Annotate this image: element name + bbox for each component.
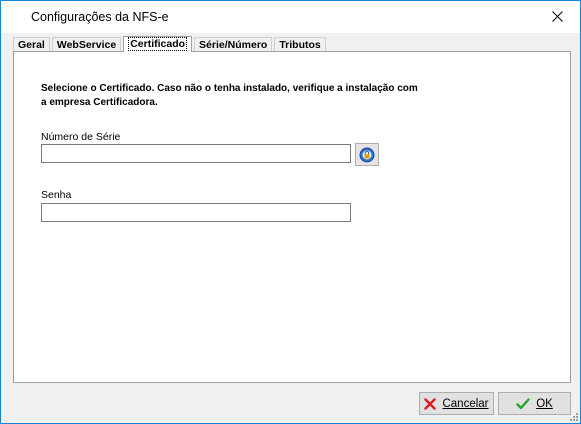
instructions-text: Selecione o Certificado. Caso não o tenh…	[41, 83, 418, 108]
tab-tributos[interactable]: Tributos	[274, 37, 326, 52]
green-check-icon	[516, 397, 530, 409]
title-bar: Configurações da NFS-e	[1, 1, 580, 33]
certificado-panel: Selecione o Certificado. Caso não o tenh…	[13, 51, 571, 383]
close-icon	[551, 11, 563, 22]
tab-certificado[interactable]: Certificado	[123, 36, 193, 52]
cancel-label: Cancelar	[442, 397, 489, 410]
tab-webservice[interactable]: WebService	[51, 37, 122, 52]
password-input[interactable]	[41, 203, 351, 222]
ok-button[interactable]: OK	[498, 392, 571, 415]
tab-geral[interactable]: Geral	[13, 37, 50, 52]
resize-grip[interactable]	[568, 411, 578, 421]
ok-label: OK	[536, 397, 553, 410]
certificate-lookup-button[interactable]	[355, 143, 379, 166]
close-button[interactable]	[534, 1, 580, 32]
red-x-icon	[424, 397, 437, 410]
serial-number-input[interactable]	[41, 144, 351, 163]
cancel-button[interactable]: Cancelar	[419, 392, 494, 415]
serial-number-label: Número de Série	[41, 131, 121, 143]
dialog-window: Configurações da NFS-e Geral WebService …	[0, 0, 581, 424]
window-title: Configurações da NFS-e	[31, 10, 169, 24]
password-label: Senha	[41, 189, 72, 201]
tab-serie-numero[interactable]: Série/Número	[194, 37, 273, 52]
tab-strip: Geral WebService Certificado Série/Númer…	[13, 36, 328, 52]
certificate-lookup-icon	[359, 147, 375, 162]
